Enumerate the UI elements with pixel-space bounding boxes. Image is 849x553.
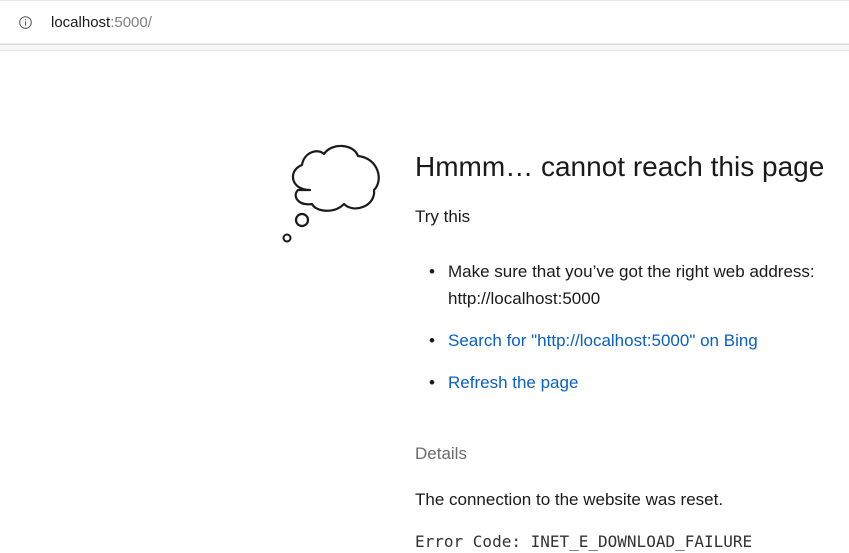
info-icon[interactable]	[19, 16, 32, 29]
bullet: •	[429, 262, 435, 281]
suggestion-list: • Make sure that you’ve got the right we…	[415, 258, 845, 396]
url-field[interactable]: localhost:5000/	[51, 13, 152, 33]
details-toggle[interactable]: Details	[415, 443, 467, 465]
url-host: localhost	[51, 14, 111, 31]
list-item: • Make sure that you’ve got the right we…	[415, 258, 845, 312]
search-bing-link[interactable]: Search for "http://localhost:5000" on Bi…	[448, 331, 758, 350]
page-title: Hmmm… cannot reach this page	[415, 151, 825, 182]
url-path: :5000/	[110, 14, 152, 31]
details-text: The connection to the website was reset.	[415, 490, 724, 509]
error-code: Error Code: INET_E_DOWNLOAD_FAILURE	[415, 532, 753, 551]
refresh-page-link[interactable]: Refresh the page	[448, 373, 578, 392]
error-content: Hmmm… cannot reach this page Try this • …	[415, 148, 845, 553]
bullet: •	[429, 331, 435, 350]
address-bar[interactable]: localhost:5000/	[0, 0, 849, 45]
thought-cloud-icon	[282, 144, 380, 243]
try-this-heading: Try this	[415, 207, 471, 226]
bullet: •	[429, 373, 435, 392]
suggestion-check-address: Make sure that you’ve got the right web …	[448, 262, 815, 308]
list-item: • Refresh the page	[415, 369, 845, 396]
toolbar-divider	[0, 45, 849, 51]
list-item: • Search for "http://localhost:5000" on …	[415, 327, 845, 354]
